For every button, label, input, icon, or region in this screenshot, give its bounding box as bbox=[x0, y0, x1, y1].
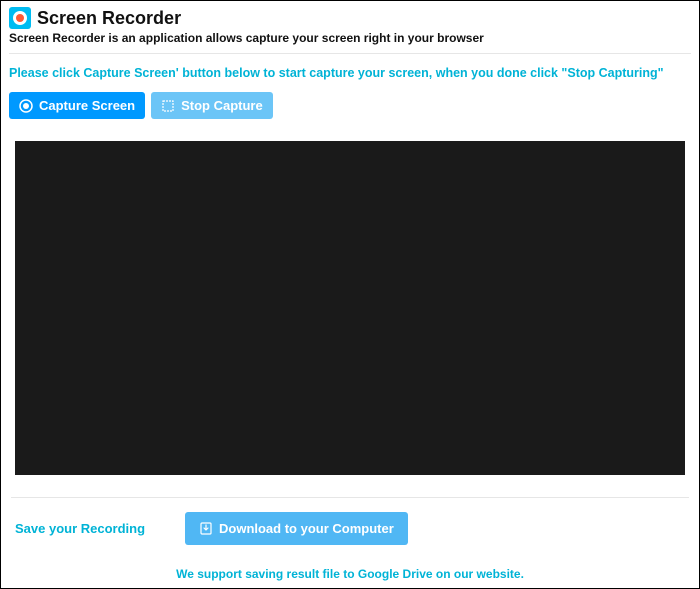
divider bbox=[11, 497, 689, 498]
video-preview bbox=[15, 141, 685, 475]
page-title: Screen Recorder bbox=[37, 8, 181, 29]
app-record-icon bbox=[9, 7, 31, 29]
instruction-text: Please click Capture Screen' button belo… bbox=[9, 66, 691, 80]
stop-capture-button[interactable]: Stop Capture bbox=[151, 92, 273, 119]
download-label: Download to your Computer bbox=[219, 521, 394, 536]
capture-button-row: Capture Screen Stop Capture bbox=[9, 92, 691, 119]
download-button[interactable]: Download to your Computer bbox=[185, 512, 408, 545]
capture-screen-label: Capture Screen bbox=[39, 98, 135, 113]
page-subtitle: Screen Recorder is an application allows… bbox=[9, 31, 691, 54]
stop-capture-label: Stop Capture bbox=[181, 98, 263, 113]
capture-screen-button[interactable]: Capture Screen bbox=[9, 92, 145, 119]
header: Screen Recorder bbox=[9, 7, 691, 29]
stop-icon bbox=[161, 99, 175, 113]
save-recording-label: Save your Recording bbox=[15, 521, 185, 536]
save-row: Save your Recording Download to your Com… bbox=[9, 512, 691, 545]
record-icon bbox=[19, 99, 33, 113]
footer-note: We support saving result file to Google … bbox=[9, 567, 691, 581]
download-icon bbox=[199, 522, 213, 536]
